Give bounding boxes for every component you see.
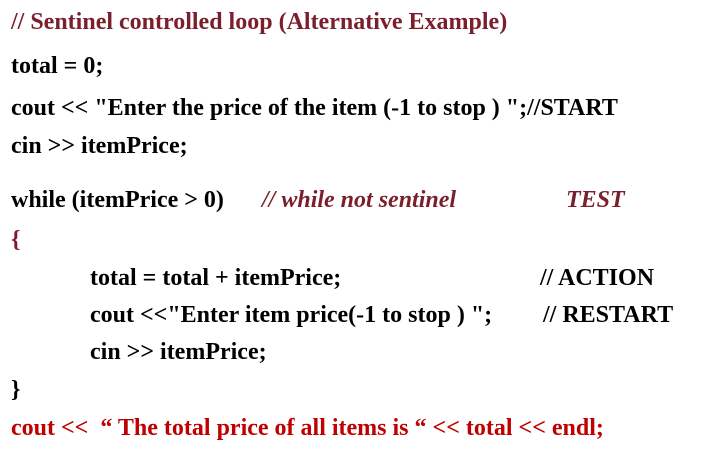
- code-line-prompt-start: cout << "Enter the price of the item (-1…: [11, 95, 618, 121]
- code-line-read-next: cin >> itemPrice;: [90, 339, 267, 365]
- slide: { "lines": { "comment_title": "// Sentin…: [0, 0, 701, 460]
- comment-title: // Sentinel controlled loop (Alternative…: [11, 9, 508, 35]
- close-brace: }: [11, 377, 21, 403]
- code-line-init-total: total = 0;: [11, 53, 104, 79]
- open-brace: {: [11, 227, 21, 253]
- code-line-output-total: cout << “ The total price of all items i…: [11, 415, 604, 441]
- code-line-while-head: while (itemPrice > 0): [11, 187, 224, 213]
- code-line-prompt-restart: cout <<"Enter item price(-1 to stop ) ";: [90, 302, 493, 328]
- code-line-accumulate: total = total + itemPrice;: [90, 265, 342, 291]
- action-comment: // ACTION: [540, 265, 655, 291]
- test-label: TEST: [566, 187, 625, 213]
- code-line-read-first: cin >> itemPrice;: [11, 133, 188, 159]
- while-comment: // while not sentinel: [262, 187, 457, 213]
- restart-comment: // RESTART: [543, 302, 674, 328]
